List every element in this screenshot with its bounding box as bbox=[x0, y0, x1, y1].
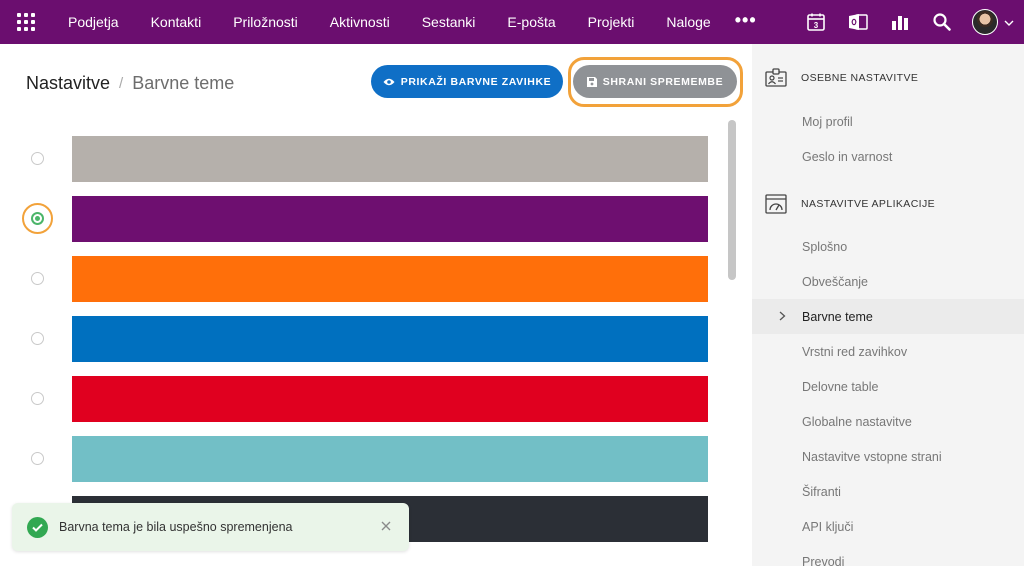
main-menu: Podjetja Kontakti Priložnosti Aktivnosti… bbox=[52, 0, 765, 44]
close-icon[interactable] bbox=[379, 519, 393, 533]
theme-radio[interactable] bbox=[31, 452, 44, 465]
sidebar-item-label: Moj profil bbox=[802, 114, 853, 129]
sidebar-item-label: Geslo in varnost bbox=[802, 149, 893, 164]
nav-item-podjetja[interactable]: Podjetja bbox=[52, 0, 135, 44]
calendar-icon[interactable]: 3 bbox=[796, 0, 836, 44]
sidebar-item[interactable]: Globalne nastavitve bbox=[752, 404, 1024, 439]
reports-chart-icon[interactable] bbox=[880, 0, 920, 44]
id-card-icon bbox=[764, 66, 788, 90]
breadcrumb-current: Barvne teme bbox=[132, 73, 235, 93]
sidebar-item[interactable]: Obveščanje bbox=[752, 264, 1024, 299]
theme-color-swatch[interactable] bbox=[72, 196, 708, 242]
chevron-down-icon[interactable] bbox=[1004, 13, 1014, 31]
sidebar-item-label: API ključi bbox=[802, 519, 854, 534]
theme-option[interactable] bbox=[0, 436, 730, 482]
sidebar-section-personal: OSEBNE NASTAVITVE bbox=[752, 58, 1024, 98]
sidebar-section-app-title: NASTAVITVE APLIKACIJE bbox=[801, 198, 936, 210]
sidebar-item[interactable]: Vrstni red zavihkov bbox=[752, 334, 1024, 369]
more-menu-button[interactable]: ••• bbox=[727, 0, 765, 44]
theme-radio[interactable] bbox=[31, 212, 44, 225]
theme-option[interactable] bbox=[0, 316, 730, 362]
breadcrumb-separator: / bbox=[119, 75, 124, 92]
floppy-disk-icon bbox=[586, 76, 597, 87]
nav-item-kontakti[interactable]: Kontakti bbox=[135, 0, 218, 44]
sidebar-item[interactable]: Delovne table bbox=[752, 369, 1024, 404]
theme-radio[interactable] bbox=[31, 392, 44, 405]
check-circle-icon bbox=[27, 516, 48, 538]
sidebar-item-password[interactable]: Geslo in varnost bbox=[752, 139, 1024, 174]
breadcrumb: Nastavitve / Barvne teme bbox=[26, 73, 234, 94]
sidebar-item[interactable]: Splošno bbox=[752, 229, 1024, 264]
show-color-tabs-button[interactable]: PRIKAŽI BARVNE ZAVIHKE bbox=[371, 65, 563, 98]
sidebar-item-label: Globalne nastavitve bbox=[802, 414, 912, 429]
sidebar-item-label: Nastavitve vstopne strani bbox=[802, 449, 942, 464]
avatar[interactable] bbox=[972, 9, 998, 35]
sidebar-item[interactable]: Šifranti bbox=[752, 474, 1024, 509]
show-color-tabs-label: PRIKAŽI BARVNE ZAVIHKE bbox=[400, 75, 552, 88]
theme-option[interactable] bbox=[0, 376, 730, 422]
sidebar-item-label: Barvne teme bbox=[802, 309, 873, 324]
scrollbar[interactable] bbox=[728, 120, 736, 280]
apps-grid-icon[interactable] bbox=[0, 0, 52, 44]
settings-sidebar: OSEBNE NASTAVITVE Moj profil Geslo in va… bbox=[752, 44, 1024, 566]
theme-radio[interactable] bbox=[31, 332, 44, 345]
save-changes-label: SHRANI SPREMEMBE bbox=[602, 75, 724, 88]
nav-item-naloge[interactable]: Naloge bbox=[650, 0, 726, 44]
sidebar-item-label: Prevodi bbox=[802, 554, 845, 566]
save-changes-button[interactable]: SHRANI SPREMEMBE bbox=[573, 65, 737, 98]
sidebar-item-label: Delovne table bbox=[802, 379, 879, 394]
theme-option[interactable] bbox=[0, 196, 730, 242]
sidebar-section-app: NASTAVITVE APLIKACIJE bbox=[752, 184, 1024, 224]
nav-item-priloznosti[interactable]: Priložnosti bbox=[217, 0, 314, 44]
calendar-day-number: 3 bbox=[814, 21, 819, 30]
theme-color-swatch[interactable] bbox=[72, 436, 708, 482]
theme-option[interactable] bbox=[0, 256, 730, 302]
sidebar-section-personal-title: OSEBNE NASTAVITVE bbox=[801, 72, 919, 84]
sidebar-item-profile[interactable]: Moj profil bbox=[752, 104, 1024, 139]
theme-radio[interactable] bbox=[31, 152, 44, 165]
nav-item-projekti[interactable]: Projekti bbox=[572, 0, 651, 44]
theme-color-swatch[interactable] bbox=[72, 136, 708, 182]
sidebar-item-label: Obveščanje bbox=[802, 274, 869, 289]
dashboard-gauge-icon bbox=[764, 192, 788, 216]
sidebar-item-label: Vrstni red zavihkov bbox=[802, 344, 908, 359]
success-toast: Barvna tema je bila uspešno spremenjena bbox=[12, 503, 409, 551]
sidebar-item-label: Šifranti bbox=[802, 484, 841, 499]
theme-color-swatch[interactable] bbox=[72, 376, 708, 422]
top-right-icons: 3 bbox=[794, 0, 1024, 44]
search-icon[interactable] bbox=[922, 0, 962, 44]
user-menu[interactable] bbox=[972, 9, 1014, 35]
outlook-icon[interactable] bbox=[838, 0, 878, 44]
top-navigation-bar: Podjetja Kontakti Priložnosti Aktivnosti… bbox=[0, 0, 1024, 44]
eye-icon bbox=[383, 78, 395, 86]
nav-item-aktivnosti[interactable]: Aktivnosti bbox=[314, 0, 406, 44]
theme-option[interactable] bbox=[0, 136, 730, 182]
toast-message: Barvna tema je bila uspešno spremenjena bbox=[59, 520, 293, 534]
sidebar-item[interactable]: Prevodi bbox=[752, 544, 1024, 566]
sidebar-item-label: Splošno bbox=[802, 239, 848, 254]
sidebar-item[interactable]: Nastavitve vstopne strani bbox=[752, 439, 1024, 474]
sidebar-item[interactable]: API ključi bbox=[752, 509, 1024, 544]
nav-item-eposta[interactable]: E-pošta bbox=[491, 0, 571, 44]
theme-color-swatch[interactable] bbox=[72, 256, 708, 302]
theme-radio[interactable] bbox=[31, 272, 44, 285]
theme-color-swatch[interactable] bbox=[72, 316, 708, 362]
sidebar-item[interactable]: Barvne teme bbox=[752, 299, 1024, 334]
breadcrumb-root[interactable]: Nastavitve bbox=[26, 73, 110, 94]
nav-item-sestanki[interactable]: Sestanki bbox=[406, 0, 492, 44]
main-content: Nastavitve / Barvne teme PRIKAŽI BARVNE … bbox=[0, 44, 752, 566]
chevron-right-icon bbox=[779, 310, 786, 324]
